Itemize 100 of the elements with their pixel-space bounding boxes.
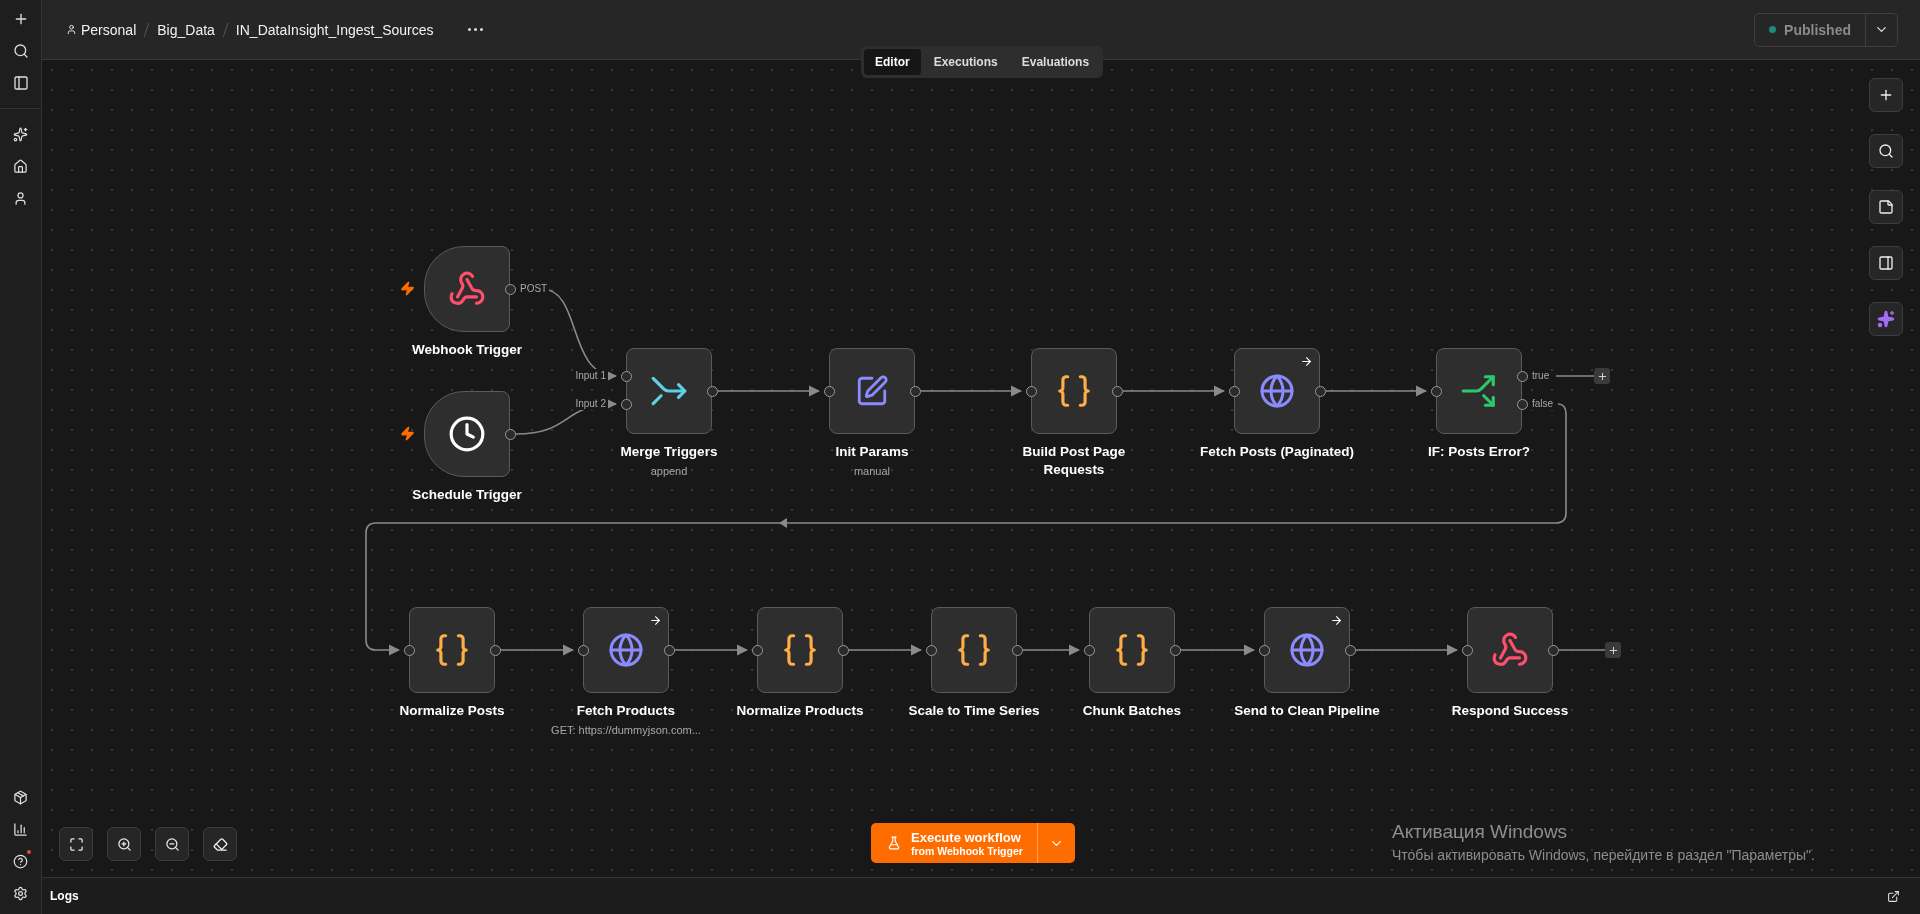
output-handle[interactable] [489, 644, 501, 656]
output-handle[interactable] [1011, 644, 1023, 656]
connector [1555, 375, 1595, 377]
breadcrumb-link[interactable]: Big_Data [157, 21, 215, 38]
node-subtitle: GET: https://dummyjson.com... [551, 723, 701, 736]
add-node-button[interactable] [1594, 368, 1610, 384]
search-icon [12, 43, 29, 59]
workflow-node[interactable] [1264, 607, 1350, 693]
input-handle[interactable] [925, 644, 937, 656]
handle-label: POST [518, 282, 550, 295]
workflow-node[interactable] [1467, 607, 1553, 693]
node-label: Webhook Trigger [412, 341, 522, 359]
braces-icon [955, 631, 993, 669]
input-handle[interactable] [620, 370, 632, 382]
activation-title: Активация Windows [1392, 821, 1569, 843]
output-handle[interactable] [1516, 370, 1528, 382]
user-icon [13, 190, 28, 206]
output-handle[interactable] [504, 428, 516, 440]
input-handle[interactable] [1083, 644, 1095, 656]
node-subtitle: manual [853, 464, 891, 477]
output-handle[interactable] [909, 385, 921, 397]
arrow-right-icon [1300, 355, 1313, 368]
workflow-node[interactable] [424, 391, 510, 477]
output-handle[interactable] [1516, 398, 1528, 410]
workflow-node[interactable] [626, 348, 712, 434]
workflow-node[interactable] [1234, 348, 1320, 434]
activation-text: Чтобы активировать Windows, перейдите в раздел "Параметры". [1392, 847, 1815, 863]
add-node-button[interactable] [1869, 78, 1903, 112]
node-label: Scale to Time Series [908, 702, 1040, 720]
input-handle[interactable] [1430, 385, 1442, 397]
output-handle[interactable] [706, 385, 718, 397]
workflow-node[interactable] [424, 246, 510, 332]
sparkles-icon [1877, 310, 1895, 328]
tab[interactable]: Editor [864, 49, 921, 75]
input-handle[interactable] [1025, 385, 1037, 397]
tab[interactable]: Executions [922, 49, 1009, 75]
handle-label: true [1530, 369, 1552, 382]
add-node-button[interactable] [1605, 642, 1621, 658]
node-label: Send to Clean Pipeline [1234, 702, 1380, 720]
search-icon [1878, 143, 1894, 159]
output-handle[interactable] [1111, 385, 1123, 397]
braces-icon [1113, 631, 1151, 669]
braces-icon [781, 631, 819, 669]
search-button[interactable] [1869, 134, 1903, 168]
eraser-icon [212, 836, 228, 852]
plus-icon [1607, 644, 1619, 656]
output-handle[interactable] [1169, 644, 1181, 656]
output-handle[interactable] [663, 644, 675, 656]
output-handle[interactable] [837, 644, 849, 656]
input-handle[interactable] [1258, 644, 1270, 656]
zoom-in-button[interactable] [107, 827, 141, 861]
notification-dot [26, 850, 31, 854]
input-handle[interactable] [620, 398, 632, 410]
handle-label: Input 1 [573, 369, 608, 382]
zoom-out-icon [164, 836, 180, 852]
tidy-up-button[interactable] [203, 827, 237, 861]
workflow-node[interactable] [409, 607, 495, 693]
output-handle[interactable] [504, 283, 516, 295]
home-icon [13, 158, 28, 174]
bar-chart-icon [13, 821, 28, 837]
ai-assistant-button[interactable] [1869, 302, 1903, 336]
handle-label: false [1530, 397, 1556, 410]
workflow-node[interactable] [1436, 348, 1522, 434]
fit-view-button[interactable] [59, 827, 93, 861]
workflow-node[interactable] [931, 607, 1017, 693]
node-subtitle: append [650, 464, 688, 477]
node-label: Init Params [835, 443, 909, 461]
user-icon [66, 24, 77, 35]
workflow-node[interactable] [1089, 607, 1175, 693]
tab[interactable]: Evaluations [1010, 49, 1101, 75]
input-handle[interactable] [1461, 644, 1473, 656]
panel-toggle-button[interactable] [1869, 246, 1903, 280]
globe-icon [608, 632, 644, 668]
workflow-node[interactable] [1031, 348, 1117, 434]
input-handle[interactable] [403, 644, 415, 656]
clock-icon [448, 415, 486, 453]
node-label: Fetch Products [576, 702, 676, 720]
sticky-note-button[interactable] [1869, 190, 1903, 224]
handle-label: Input 2 [573, 397, 608, 410]
zoom-out-button[interactable] [155, 827, 189, 861]
breadcrumb-link[interactable]: IN_DataInsight_Ingest_Sources [235, 21, 434, 38]
breadcrumb-link[interactable]: Personal [66, 21, 137, 38]
output-handle[interactable] [1547, 644, 1559, 656]
workflow-node[interactable] [829, 348, 915, 434]
input-handle[interactable] [577, 644, 589, 656]
braces-icon [1055, 372, 1093, 410]
arrow-right-icon [649, 614, 662, 627]
output-handle[interactable] [1344, 644, 1356, 656]
output-handle[interactable] [1314, 385, 1326, 397]
input-handle[interactable] [751, 644, 763, 656]
panel-left-icon [12, 75, 29, 91]
lightning-icon [400, 426, 415, 441]
workflow-node[interactable] [583, 607, 669, 693]
fullscreen-icon [68, 836, 84, 852]
input-handle[interactable] [823, 385, 835, 397]
popout-button[interactable] [1887, 889, 1900, 903]
panel-right-icon [1878, 255, 1894, 271]
popout-icon [1887, 889, 1900, 903]
workflow-node[interactable] [757, 607, 843, 693]
input-handle[interactable] [1228, 385, 1240, 397]
